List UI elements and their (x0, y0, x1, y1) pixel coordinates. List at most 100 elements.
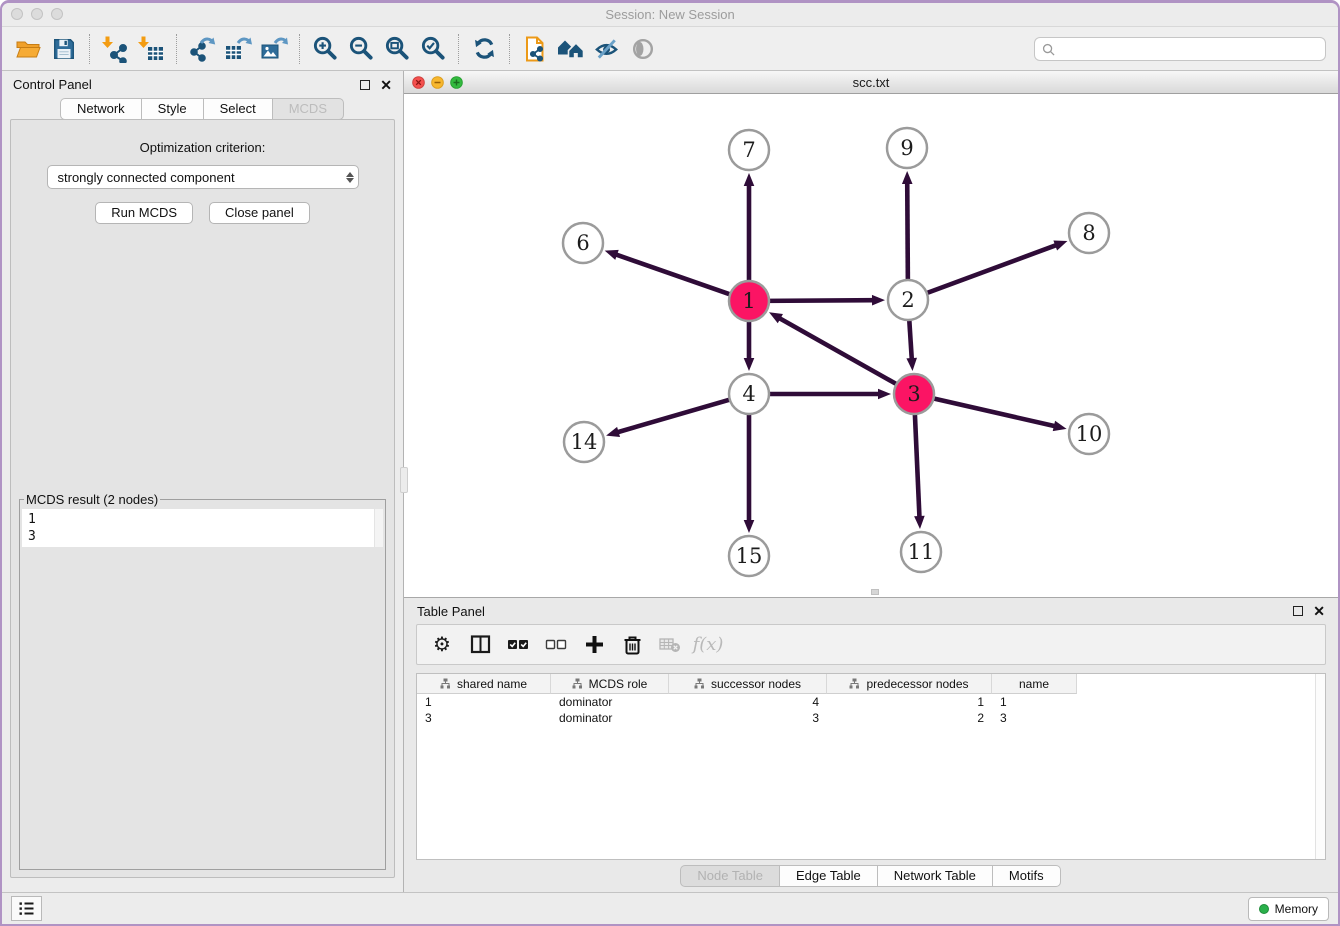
show-columns-button[interactable] (461, 628, 499, 662)
memory-label: Memory (1275, 902, 1318, 916)
graph-edge-3-1[interactable] (779, 318, 899, 385)
tab-node-table[interactable]: Node Table (680, 865, 780, 887)
fx-icon: f(x) (693, 634, 724, 655)
main-area: Control Panel ✕ NetworkStyleSelectMCDS O… (2, 71, 1338, 892)
table-cell[interactable]: 3 (417, 711, 551, 725)
delete-table-button[interactable] (651, 628, 689, 662)
table-panel: Table Panel ✕ ⚙ f(x) (404, 598, 1338, 892)
toolbar-separator (509, 34, 510, 64)
show-all-button[interactable] (625, 31, 661, 67)
table-cell[interactable]: 4 (669, 695, 827, 709)
graph-node-label: 9 (900, 136, 913, 160)
delete-column-button[interactable] (613, 628, 651, 662)
result-scrollbar[interactable] (374, 509, 383, 547)
panel-splitter-handle[interactable] (400, 467, 408, 493)
network-window-titlebar[interactable]: scc.txt (404, 71, 1338, 94)
column-header-mcds-role[interactable]: MCDS role (551, 674, 669, 694)
graph-edge-3-11[interactable] (915, 412, 920, 518)
graph-edge-2-9[interactable] (907, 182, 908, 282)
import-network-button[interactable] (97, 31, 133, 67)
table-cell[interactable]: dominator (551, 695, 669, 709)
mcds-panel: Optimization criterion: strongly connect… (10, 119, 395, 878)
save-session-button[interactable] (46, 31, 82, 67)
memory-button[interactable]: Memory (1248, 897, 1329, 921)
table-cell[interactable]: 1 (417, 695, 551, 709)
open-session-button[interactable] (10, 31, 46, 67)
zoom-in-button[interactable] (307, 31, 343, 67)
close-window-button[interactable] (11, 8, 23, 20)
close-panel-icon[interactable]: ✕ (380, 78, 392, 92)
float-panel-icon[interactable] (360, 80, 370, 90)
create-column-button[interactable] (575, 628, 613, 662)
export-image-button[interactable] (256, 31, 292, 67)
tab-edge-table[interactable]: Edge Table (779, 865, 878, 887)
network-window-controls (412, 76, 463, 89)
table-scrollbar[interactable] (1315, 674, 1325, 859)
float-table-panel-icon[interactable] (1293, 606, 1303, 616)
import-table-button[interactable] (133, 31, 169, 67)
network-graph[interactable]: 1234678910111415 (404, 94, 1338, 598)
column-header-label: MCDS role (589, 677, 648, 691)
tab-network[interactable]: Network (60, 98, 142, 120)
close-panel-button[interactable]: Close panel (209, 202, 310, 224)
graph-edge-3-10[interactable] (932, 398, 1056, 426)
table-panel-header: Table Panel ✕ (404, 598, 1338, 624)
column-header-predecessor-nodes[interactable]: predecessor nodes (827, 674, 992, 694)
task-history-button[interactable] (11, 896, 42, 921)
new-network-from-selection-button[interactable] (517, 31, 553, 67)
hide-selected-button[interactable] (589, 31, 625, 67)
column-header-name[interactable]: name (992, 674, 1077, 694)
graph-edge-2-8[interactable] (925, 245, 1057, 294)
graph-edge-4-14[interactable] (617, 399, 732, 432)
columns-icon (470, 634, 491, 655)
network-maximize-button[interactable] (450, 76, 463, 89)
tab-style[interactable]: Style (141, 98, 204, 120)
control-panel-tabs: NetworkStyleSelectMCDS (2, 98, 403, 120)
graph-edge-arrowhead (606, 427, 620, 437)
deselect-all-icon (545, 634, 567, 656)
apply-layout-button[interactable] (466, 31, 502, 67)
zoom-fit-button[interactable] (379, 31, 415, 67)
graph-node-label: 8 (1082, 221, 1095, 245)
mcds-result-area[interactable]: 1 3 (22, 509, 383, 547)
table-cell[interactable]: 1 (992, 695, 1077, 709)
tab-mcds[interactable]: MCDS (272, 98, 344, 120)
export-network-button[interactable] (184, 31, 220, 67)
table-cell[interactable]: 3 (669, 711, 827, 725)
table-cell[interactable]: dominator (551, 711, 669, 725)
column-header-successor-nodes[interactable]: successor nodes (669, 674, 827, 694)
optimization-criterion-select[interactable]: strongly connected component (47, 165, 359, 189)
app-titlebar[interactable]: Session: New Session (2, 3, 1338, 27)
graph-edge-1-6[interactable] (615, 254, 732, 295)
copy-network-icon (521, 35, 549, 63)
export-table-button[interactable] (220, 31, 256, 67)
network-minimize-button[interactable] (431, 76, 444, 89)
tab-motifs[interactable]: Motifs (992, 865, 1061, 887)
zoom-window-button[interactable] (51, 8, 63, 20)
search-input[interactable] (1059, 42, 1318, 57)
select-all-columns-button[interactable] (499, 628, 537, 662)
table-settings-button[interactable]: ⚙ (423, 628, 461, 662)
zoom-out-button[interactable] (343, 31, 379, 67)
table-cell[interactable]: 3 (992, 711, 1077, 725)
network-canvas[interactable]: 1234678910111415 (404, 94, 1338, 597)
main-toolbar (2, 27, 1338, 71)
tab-select[interactable]: Select (203, 98, 273, 120)
graph-edge-1-2[interactable] (767, 300, 874, 301)
table-row[interactable]: 1dominator411 (417, 694, 1325, 710)
zoom-selected-button[interactable] (415, 31, 451, 67)
minimize-window-button[interactable] (31, 8, 43, 20)
window-resize-handle[interactable] (871, 589, 879, 595)
function-builder-button[interactable]: f(x) (689, 628, 727, 662)
graph-edge-2-3[interactable] (909, 318, 912, 360)
network-close-button[interactable] (412, 76, 425, 89)
close-table-panel-icon[interactable]: ✕ (1313, 604, 1325, 618)
column-header-shared-name[interactable]: shared name (417, 674, 551, 694)
deselect-all-columns-button[interactable] (537, 628, 575, 662)
table-cell[interactable]: 1 (827, 695, 992, 709)
tab-network-table[interactable]: Network Table (877, 865, 993, 887)
first-neighbors-button[interactable] (553, 31, 589, 67)
table-row[interactable]: 3dominator323 (417, 710, 1325, 726)
table-cell[interactable]: 2 (827, 711, 992, 725)
run-mcds-button[interactable]: Run MCDS (95, 202, 193, 224)
